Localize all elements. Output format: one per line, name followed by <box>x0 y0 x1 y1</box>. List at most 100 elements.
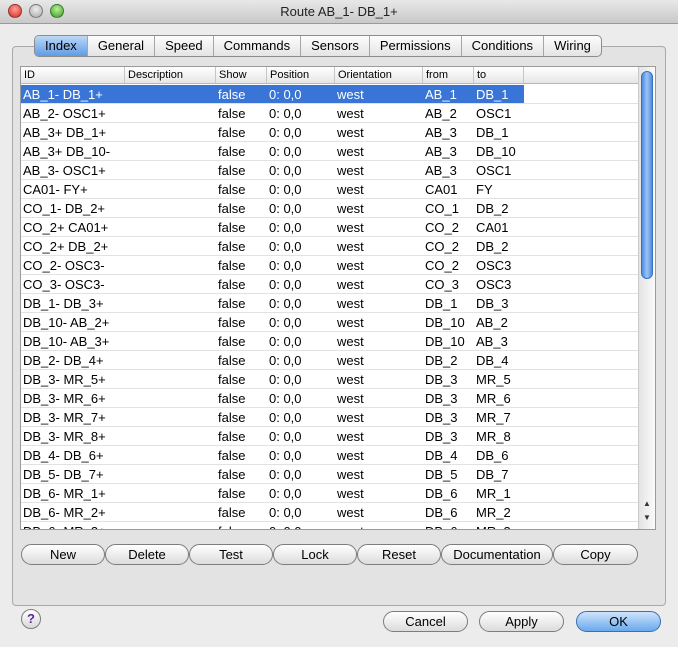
table-row[interactable]: DB_6- MR_2+ false 0: 0,0 west DB_6 MR_2 <box>21 503 639 522</box>
table-row[interactable]: CO_2- OSC3- false 0: 0,0 west CO_2 OSC3 <box>21 256 639 275</box>
new-button[interactable]: New <box>21 544 105 565</box>
reset-button[interactable]: Reset <box>357 544 441 565</box>
cell-filler <box>524 389 639 407</box>
delete-button[interactable]: Delete <box>105 544 189 565</box>
cell-from: DB_1 <box>425 296 458 311</box>
tab-commands[interactable]: Commands <box>214 36 302 56</box>
table-row[interactable]: DB_1- DB_3+ false 0: 0,0 west DB_1 DB_3 <box>21 294 639 313</box>
test-button[interactable]: Test <box>189 544 273 565</box>
cell-orientation: west <box>337 106 364 121</box>
cell-orientation: west <box>337 410 364 425</box>
cell-filler <box>524 85 639 103</box>
column-header-to[interactable]: to <box>474 67 524 83</box>
cell-position: 0: 0,0 <box>269 372 302 387</box>
table-row[interactable]: CO_3- OSC3- false 0: 0,0 west CO_3 OSC3 <box>21 275 639 294</box>
table-row[interactable]: AB_2- OSC1+ false 0: 0,0 west AB_2 OSC1 <box>21 104 639 123</box>
cell-id: DB_5- DB_7+ <box>23 467 104 482</box>
column-header-from[interactable]: from <box>423 67 474 83</box>
cell-orientation: west <box>337 239 364 254</box>
table-row[interactable]: CO_1- DB_2+ false 0: 0,0 west CO_1 DB_2 <box>21 199 639 218</box>
table-row[interactable]: AB_3+ DB_10- false 0: 0,0 west AB_3 DB_10 <box>21 142 639 161</box>
table-row[interactable]: DB_3- MR_8+ false 0: 0,0 west DB_3 MR_8 <box>21 427 639 446</box>
help-icon[interactable]: ? <box>21 609 41 629</box>
tab-index[interactable]: Index <box>35 36 88 56</box>
cell-to: DB_4 <box>476 353 509 368</box>
cell-description <box>125 332 216 350</box>
cell-position: 0: 0,0 <box>269 201 302 216</box>
cell-description <box>125 294 216 312</box>
cell-to: DB_3 <box>476 296 509 311</box>
cell-description <box>125 370 216 388</box>
lock-button[interactable]: Lock <box>273 544 357 565</box>
cell-position: 0: 0,0 <box>269 334 302 349</box>
cell-show: false <box>218 258 246 273</box>
vertical-scrollbar[interactable]: ▲ ▼ <box>638 67 655 529</box>
documentation-button[interactable]: Documentation <box>441 544 553 565</box>
table-row[interactable]: DB_3- MR_7+ false 0: 0,0 west DB_3 MR_7 <box>21 408 639 427</box>
cell-to: DB_2 <box>476 239 509 254</box>
table-row[interactable]: DB_3- MR_6+ false 0: 0,0 west DB_3 MR_6 <box>21 389 639 408</box>
scroll-down-arrow-icon[interactable]: ▼ <box>639 511 655 524</box>
cell-id: DB_3- MR_7+ <box>23 410 106 425</box>
table-row[interactable]: DB_10- AB_3+ false 0: 0,0 west DB_10 AB_3 <box>21 332 639 351</box>
table-row[interactable]: DB_6- MR_3+ false0: 0,0westDB_6MR_3 <box>21 522 639 529</box>
column-header-id[interactable]: ID <box>21 67 125 83</box>
scroll-up-arrow-icon[interactable]: ▲ <box>639 497 655 510</box>
cell-from: DB_3 <box>425 372 458 387</box>
copy-button[interactable]: Copy <box>553 544 638 565</box>
cell-description <box>125 446 216 464</box>
scrollbar-thumb[interactable] <box>641 71 653 279</box>
table-row[interactable]: DB_3- MR_5+ false 0: 0,0 west DB_3 MR_5 <box>21 370 639 389</box>
cell-from: AB_1 <box>423 85 474 103</box>
cell-description <box>125 256 216 274</box>
cell-to: MR_1 <box>476 486 511 501</box>
cell-id: AB_2- OSC1+ <box>23 106 106 121</box>
cell-from: DB_6 <box>423 522 474 529</box>
tab-general[interactable]: General <box>88 36 156 56</box>
cell-description <box>125 275 216 293</box>
table-row[interactable]: AB_3- OSC1+ false 0: 0,0 west AB_3 OSC1 <box>21 161 639 180</box>
column-header-orientation[interactable]: Orientation <box>335 67 423 83</box>
cell-from: DB_2 <box>425 353 458 368</box>
cell-from: CO_2 <box>425 239 459 254</box>
cell-position: 0: 0,0 <box>269 144 302 159</box>
cell-description <box>125 313 216 331</box>
cancel-button[interactable]: Cancel <box>383 611 468 632</box>
table-row[interactable]: CO_2+ CA01+ false 0: 0,0 west CO_2 CA01 <box>21 218 639 237</box>
apply-button[interactable]: Apply <box>479 611 564 632</box>
cell-description <box>125 85 216 103</box>
table-row[interactable]: CO_2+ DB_2+ false 0: 0,0 west CO_2 DB_2 <box>21 237 639 256</box>
cell-orientation: west <box>337 391 364 406</box>
table-row[interactable]: AB_1- DB_1+ false 0: 0,0 west AB_1 DB_1 <box>21 85 639 104</box>
cell-filler <box>524 522 639 529</box>
table-row[interactable]: DB_5- DB_7+ false 0: 0,0 west DB_5 DB_7 <box>21 465 639 484</box>
cell-orientation: west <box>337 334 364 349</box>
cell-to: FY <box>476 182 493 197</box>
cell-from: DB_3 <box>425 410 458 425</box>
table-row[interactable]: DB_4- DB_6+ false 0: 0,0 west DB_4 DB_6 <box>21 446 639 465</box>
tab-conditions[interactable]: Conditions <box>462 36 545 56</box>
cell-to: OSC3 <box>476 277 512 292</box>
cell-position: 0: 0,0 <box>269 277 302 292</box>
cell-show: false <box>216 85 267 103</box>
column-header-show[interactable]: Show <box>216 67 267 83</box>
column-header-description[interactable]: Description <box>125 67 216 83</box>
table-row[interactable]: DB_2- DB_4+ false 0: 0,0 west DB_2 DB_4 <box>21 351 639 370</box>
tab-sensors[interactable]: Sensors <box>301 36 370 56</box>
ok-button[interactable]: OK <box>576 611 661 632</box>
table-row[interactable]: DB_10- AB_2+ false 0: 0,0 west DB_10 AB_2 <box>21 313 639 332</box>
table-header: ID Description Show Position Orientation… <box>21 67 639 84</box>
table-row[interactable]: DB_6- MR_1+ false 0: 0,0 west DB_6 MR_1 <box>21 484 639 503</box>
cell-id: CO_1- DB_2+ <box>23 201 106 216</box>
cell-filler <box>524 123 639 141</box>
cell-orientation: west <box>337 258 364 273</box>
table-row[interactable]: AB_3+ DB_1+ false 0: 0,0 west AB_3 DB_1 <box>21 123 639 142</box>
column-header-position[interactable]: Position <box>267 67 335 83</box>
cell-id: DB_6- MR_2+ <box>23 505 106 520</box>
tab-speed[interactable]: Speed <box>155 36 214 56</box>
tab-wiring[interactable]: Wiring <box>544 36 601 56</box>
tab-permissions[interactable]: Permissions <box>370 36 462 56</box>
cell-show: false <box>218 353 246 368</box>
cell-orientation: west <box>337 467 364 482</box>
table-row[interactable]: CA01- FY+ false 0: 0,0 west CA01 FY <box>21 180 639 199</box>
